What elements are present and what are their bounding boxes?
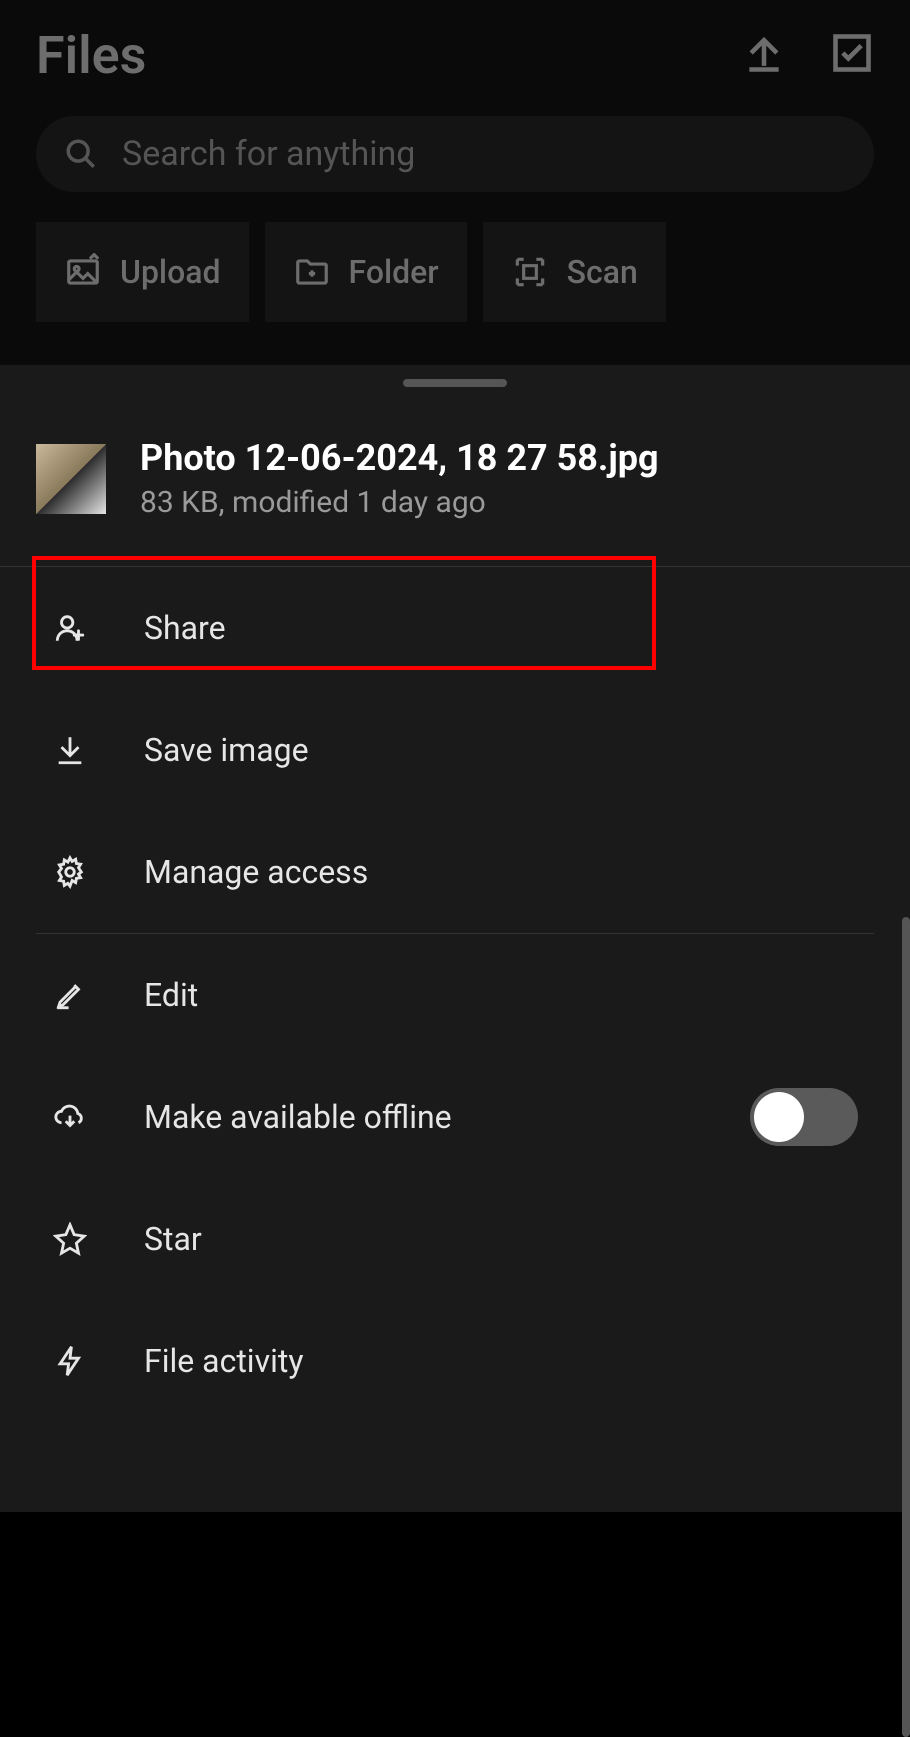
- share-icon: [52, 610, 88, 646]
- offline-label: Make available offline: [144, 1098, 452, 1136]
- file-name: Photo 12-06-2024, 18 27 58.jpg: [140, 437, 659, 479]
- file-info: Photo 12-06-2024, 18 27 58.jpg 83 KB, mo…: [0, 387, 910, 566]
- scan-button[interactable]: Scan: [483, 222, 666, 322]
- gear-icon: [52, 854, 88, 890]
- page-title: Files: [36, 25, 146, 86]
- download-icon: [52, 732, 88, 768]
- share-option[interactable]: Share: [0, 567, 910, 689]
- save-image-label: Save image: [144, 731, 309, 769]
- manage-access-option[interactable]: Manage access: [0, 811, 910, 933]
- edit-label: Edit: [144, 976, 198, 1014]
- image-upload-icon: [64, 253, 102, 291]
- offline-toggle[interactable]: [750, 1088, 858, 1146]
- search-input[interactable]: Search for anything: [36, 116, 874, 192]
- upload-label: Upload: [120, 253, 221, 291]
- folder-button[interactable]: Folder: [265, 222, 467, 322]
- file-activity-option[interactable]: File activity: [0, 1300, 910, 1422]
- folder-label: Folder: [349, 253, 439, 291]
- scan-label: Scan: [567, 253, 638, 291]
- select-icon[interactable]: [830, 31, 874, 79]
- header-actions: [742, 31, 874, 79]
- star-icon: [52, 1221, 88, 1257]
- file-meta: 83 KB, modified 1 day ago: [140, 485, 659, 520]
- background-app: Files Search for anything Upload Folder …: [0, 0, 910, 365]
- star-label: Star: [144, 1220, 202, 1258]
- bolt-icon: [52, 1343, 88, 1379]
- file-thumbnail: [36, 444, 106, 514]
- scroll-indicator[interactable]: [902, 917, 910, 1737]
- manage-access-label: Manage access: [144, 853, 368, 891]
- share-label: Share: [144, 609, 226, 647]
- search-placeholder: Search for anything: [122, 134, 415, 174]
- file-activity-label: File activity: [144, 1342, 303, 1380]
- pencil-icon: [52, 977, 88, 1013]
- upload-button[interactable]: Upload: [36, 222, 249, 322]
- cloud-download-icon: [52, 1099, 88, 1135]
- upload-icon[interactable]: [742, 31, 786, 79]
- quick-actions: Upload Folder Scan: [36, 222, 874, 322]
- save-image-option[interactable]: Save image: [0, 689, 910, 811]
- options-menu: Share Save image Manage access Edit: [0, 566, 910, 1422]
- file-options-sheet: Photo 12-06-2024, 18 27 58.jpg 83 KB, mo…: [0, 365, 910, 1512]
- search-icon: [64, 137, 98, 171]
- app-header: Files: [0, 0, 910, 90]
- edit-option[interactable]: Edit: [0, 934, 910, 1056]
- toggle-knob: [754, 1092, 804, 1142]
- star-option[interactable]: Star: [0, 1178, 910, 1300]
- offline-option[interactable]: Make available offline: [0, 1056, 910, 1178]
- folder-plus-icon: [293, 253, 331, 291]
- sheet-drag-handle[interactable]: [403, 379, 507, 387]
- scan-icon: [511, 253, 549, 291]
